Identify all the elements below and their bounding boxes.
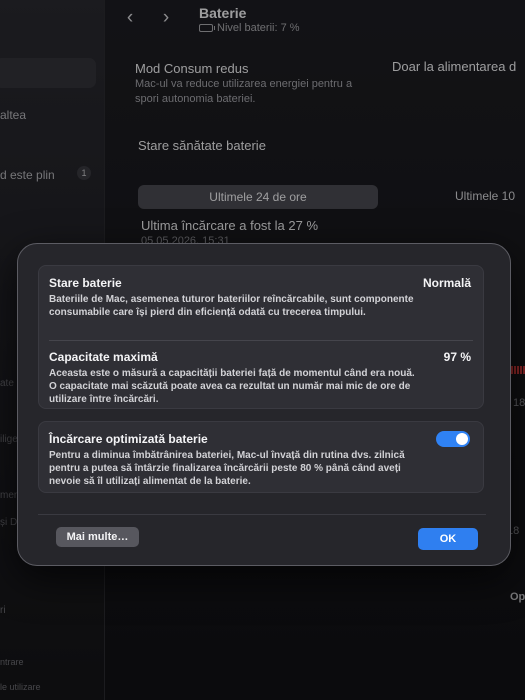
info-group: Stare baterie Normală Bateriile de Mac, … [38,265,484,409]
toggle-knob [456,433,468,445]
divider [38,514,486,515]
optimized-charging-title: Încărcare optimizată baterie [49,432,208,446]
max-capacity-desc: Aceasta este o măsură a capacității bate… [49,368,415,405]
ok-button[interactable]: OK [418,528,478,550]
battery-status-desc: Bateriile de Mac, asemenea tuturor bater… [49,294,414,318]
battery-status-title: Stare baterie [49,276,122,290]
battery-status-value: Normală [422,276,471,290]
optimized-charging-desc: Pentru a diminua îmbătrânirea bateriei, … [49,450,405,487]
battery-health-dialog: Stare baterie Normală Bateriile de Mac, … [17,243,511,566]
more-info-button[interactable]: Mai multe… [56,527,139,547]
divider [49,340,473,341]
max-capacity-value: 97 % [443,350,471,364]
settings-window: altea d este plin 1 ate iligen menio și … [0,0,525,700]
optimized-charging-toggle[interactable] [436,431,470,447]
optimized-charging-group: Încărcare optimizată baterie Pentru a di… [38,421,484,493]
max-capacity-title: Capacitate maximă [49,350,158,364]
